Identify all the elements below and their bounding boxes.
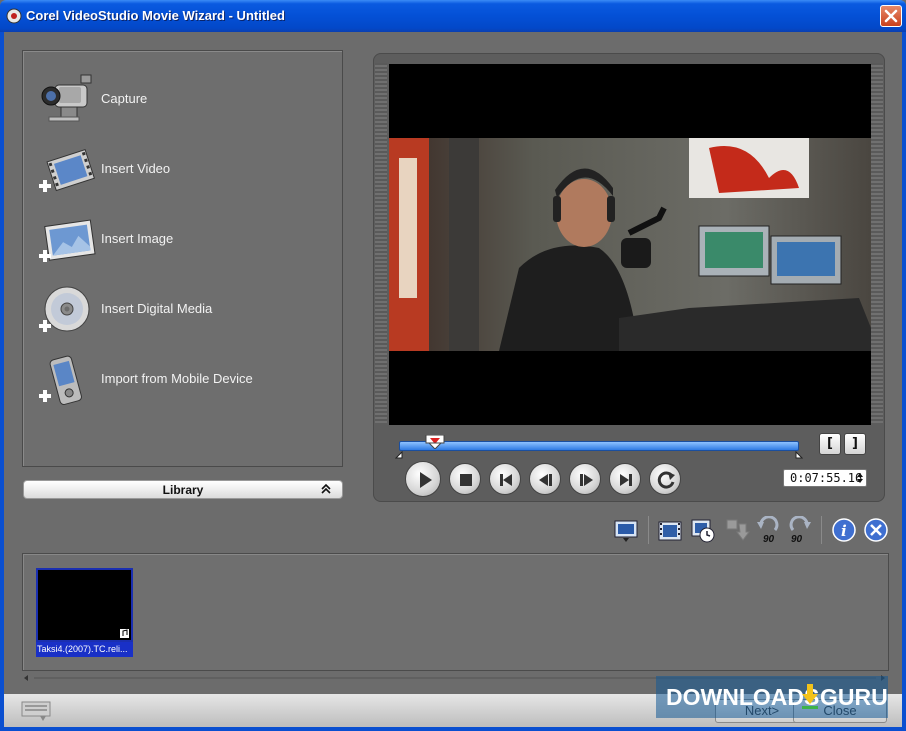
rotate-left-icon[interactable]: 90 — [755, 516, 781, 544]
step-back-icon — [539, 474, 552, 486]
library-clip[interactable]: Taksi4.(2007).TC.reli... — [36, 568, 133, 658]
playhead-handle[interactable] — [425, 435, 445, 449]
library-button[interactable]: Library — [23, 480, 343, 499]
chevron-up-icon — [321, 483, 331, 494]
timecode-field[interactable]: 0:07:55.16 — [783, 469, 867, 487]
camcorder-icon — [41, 74, 92, 122]
video-preview — [389, 64, 871, 425]
repeat-icon — [657, 471, 675, 489]
timecode-value: 0:07:55.16 — [790, 471, 863, 485]
menu-item-capture[interactable]: Capture — [35, 71, 335, 131]
window-title: Corel VideoStudio Movie Wizard - Untitle… — [26, 8, 285, 23]
library-area: Taksi4.(2007).TC.reli... — [22, 553, 889, 671]
stop-icon — [460, 474, 472, 486]
stop-button[interactable] — [449, 463, 481, 495]
svg-text:90: 90 — [791, 534, 803, 544]
previous-frame-button[interactable] — [529, 463, 561, 495]
watermark-text-right: GURU — [820, 684, 888, 710]
mark-in-button[interactable]: [ — [819, 433, 841, 455]
grip-right — [871, 63, 883, 423]
menu-item-label: Capture — [101, 91, 148, 106]
download-arrow-icon — [802, 684, 818, 709]
play-icon — [420, 472, 432, 488]
repeat-button[interactable] — [649, 463, 681, 495]
step-forward-icon — [580, 474, 593, 486]
spin-icon[interactable] — [856, 471, 864, 485]
svg-text:i: i — [841, 522, 847, 540]
window-close-button[interactable] — [880, 5, 902, 27]
play-button[interactable] — [405, 461, 441, 497]
audio-icon — [120, 629, 129, 638]
next-frame-button[interactable] — [569, 463, 601, 495]
info-icon[interactable]: i — [831, 516, 857, 544]
sort-icon — [726, 519, 750, 541]
film-strip-icon — [39, 148, 95, 192]
film-icon[interactable] — [657, 516, 683, 544]
screen-icon[interactable] — [613, 516, 639, 544]
grip-left — [375, 63, 387, 423]
preview-panel: [ ] 0:07:55.16 — [373, 53, 885, 502]
rotate-right-icon[interactable]: 90 — [787, 516, 813, 544]
menu-item-import-mobile[interactable]: Import from Mobile Device — [35, 351, 335, 411]
trim-in-marker[interactable] — [395, 451, 403, 459]
watermark-text-left: DOWNLOADS — [666, 684, 820, 710]
library-label: Library — [162, 483, 204, 497]
menu-panel: Capture Insert Video Insert Image Insert… — [22, 50, 343, 467]
image-icon — [39, 219, 96, 262]
clip-label: Taksi4.(2007).TC.reli... — [36, 642, 133, 657]
timeline-track[interactable] — [399, 441, 799, 451]
video-frame — [389, 138, 871, 351]
close-icon — [884, 9, 898, 23]
delete-icon[interactable] — [863, 516, 889, 544]
title-bar: Corel VideoStudio Movie Wizard - Untitle… — [0, 0, 906, 32]
menu-item-label: Insert Image — [101, 231, 174, 246]
mark-out-button[interactable]: ] — [844, 433, 866, 455]
watermark: DOWNLOADS GURU — [656, 676, 888, 718]
storyboard-icon[interactable] — [20, 700, 54, 722]
mobile-device-icon — [39, 355, 82, 405]
clip-thumbnail[interactable] — [36, 568, 133, 642]
menu-item-label: Insert Digital Media — [101, 301, 213, 316]
disc-icon — [39, 286, 90, 332]
app-icon — [6, 8, 22, 24]
menu-item-insert-video[interactable]: Insert Video — [35, 141, 335, 201]
svg-text:90: 90 — [763, 534, 775, 544]
toolbar-separator — [648, 516, 649, 544]
menu-item-insert-digital-media[interactable]: Insert Digital Media — [35, 281, 335, 341]
menu-item-label: Import from Mobile Device — [101, 371, 253, 386]
menu-item-label: Insert Video — [101, 161, 171, 176]
skip-to-end-icon — [620, 474, 632, 486]
menu-item-insert-image[interactable]: Insert Image — [35, 211, 335, 271]
clock-film-icon[interactable] — [690, 516, 716, 544]
trim-out-marker[interactable] — [795, 451, 803, 459]
skip-to-start-icon — [500, 474, 512, 486]
toolbar-separator — [821, 516, 822, 544]
home-button[interactable] — [489, 463, 521, 495]
end-button[interactable] — [609, 463, 641, 495]
timeline[interactable] — [395, 435, 805, 459]
